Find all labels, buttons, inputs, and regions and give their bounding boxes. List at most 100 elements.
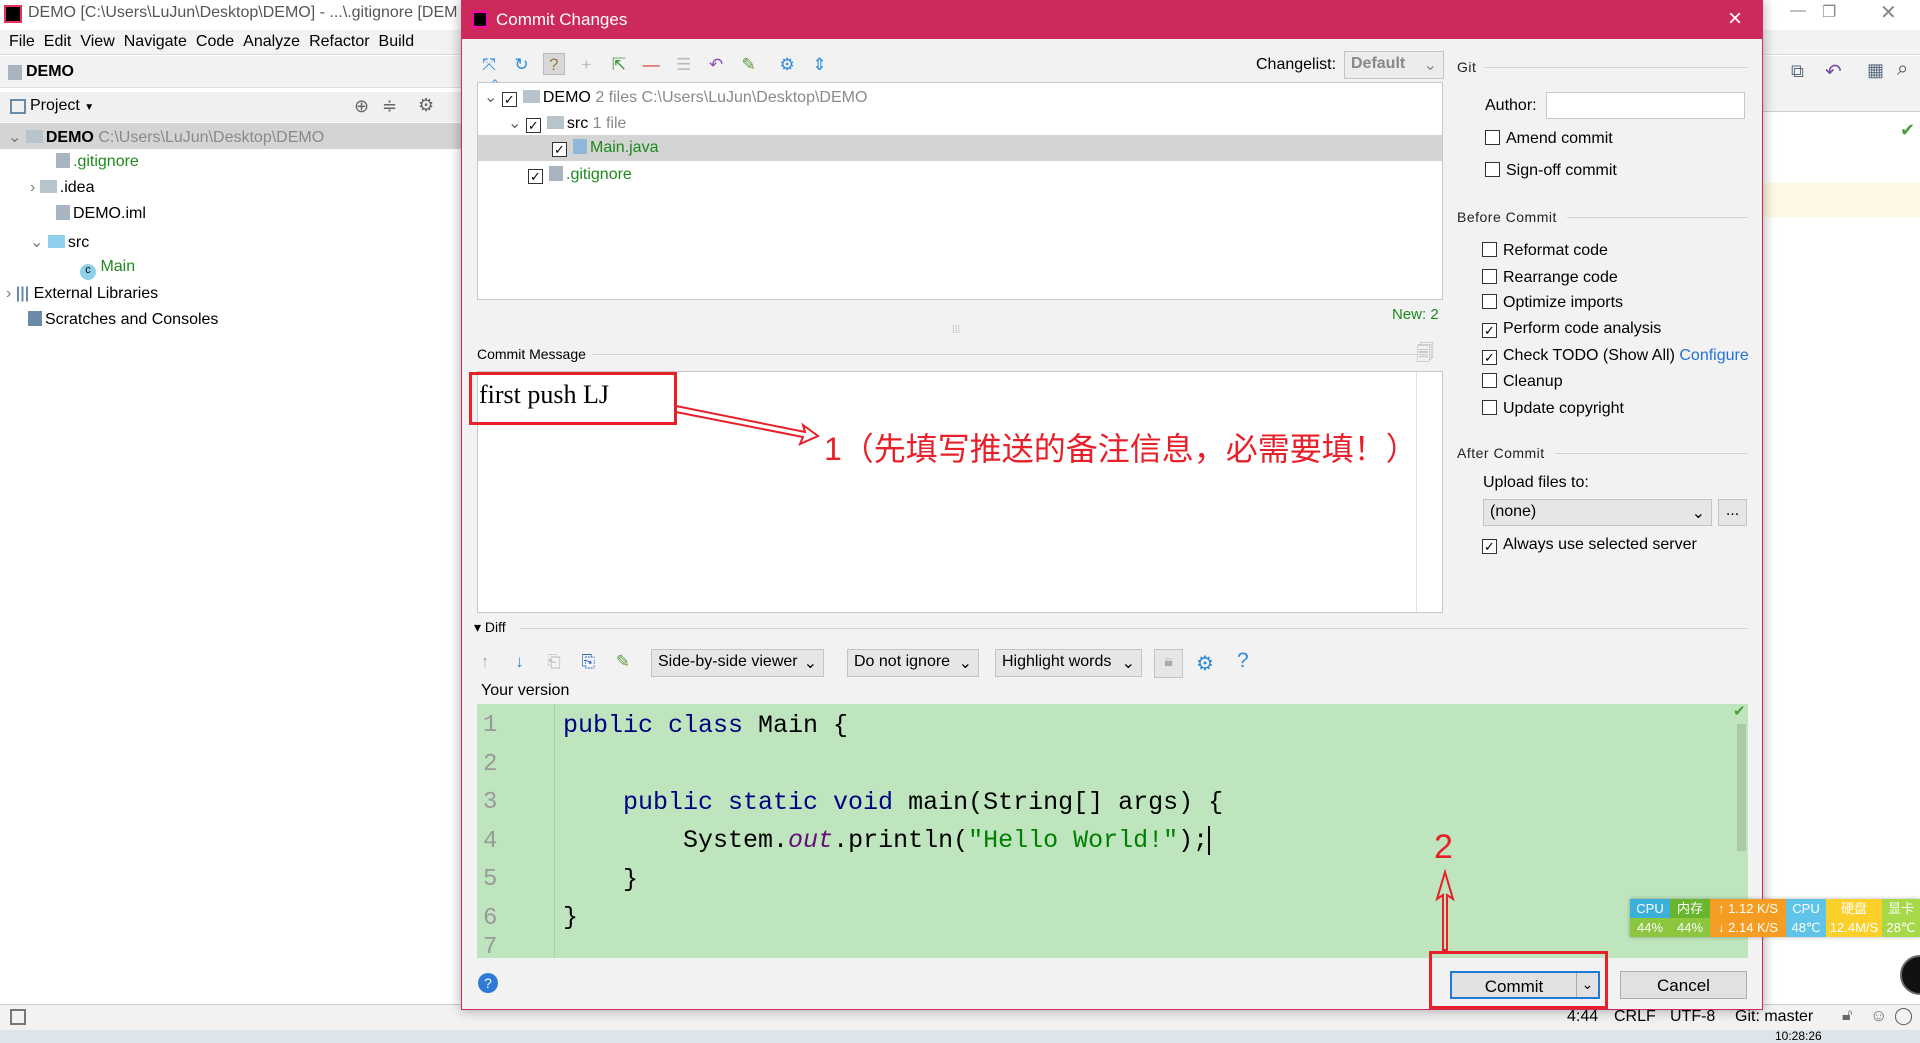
file-row-main-java[interactable]: ✓ Main.java [478, 135, 1442, 161]
edit-source-icon[interactable]: ✎ [612, 651, 634, 673]
tree-item-demo[interactable]: ⌄ DEMO C:\Users\LuJun\Desktop\DEMO [0, 123, 461, 149]
lock-icon[interactable]: 🔒︎ [1154, 649, 1183, 678]
diff-settings-icon[interactable]: ⚙ [1196, 651, 1214, 676]
checkbox[interactable]: ✓ [528, 169, 543, 184]
event-log-icon[interactable]: ◯ [1894, 1006, 1913, 1026]
rearrange-code-checkbox[interactable]: Rearrange code [1482, 269, 1618, 287]
check-todo-checkbox[interactable]: ✓ Check TODO (Show All) Configure [1482, 347, 1749, 365]
next-difference-icon[interactable]: ↓ [508, 651, 530, 673]
configure-servers-button[interactable]: ... [1718, 499, 1747, 526]
checkbox[interactable]: ✓ [501, 92, 517, 107]
help-icon[interactable]: ? [478, 973, 498, 993]
locate-icon[interactable]: ⊕ [354, 96, 369, 117]
gear-icon[interactable]: ⚙ [418, 95, 434, 116]
tree-item-src[interactable]: ⌄ src [0, 228, 461, 254]
diff-toggle[interactable]: ▾ Diff [474, 619, 506, 636]
sign-off-commit-checkbox[interactable]: Sign-off commit [1485, 162, 1617, 180]
diff-help-icon[interactable]: ? [1237, 649, 1249, 673]
menu-analyze[interactable]: Analyze [243, 33, 300, 51]
minimize-icon[interactable]: — [1790, 2, 1806, 20]
tree-item-gitignore[interactable]: .gitignore [0, 149, 461, 175]
optimize-imports-checkbox[interactable]: Optimize imports [1482, 294, 1623, 312]
rollback-icon[interactable]: ↶ [705, 54, 727, 76]
menu-navigate[interactable]: Navigate [124, 33, 187, 51]
tree-item-idea[interactable]: › .idea [0, 175, 461, 201]
file-icon [549, 166, 563, 181]
structure-icon[interactable]: ▦ [1867, 60, 1884, 81]
always-use-selected-server-checkbox[interactable]: ✓ Always use selected server [1482, 536, 1697, 554]
menu-refactor[interactable]: Refactor [309, 33, 369, 51]
menu-file[interactable]: File [9, 33, 35, 51]
tree-item-main[interactable]: c Main [0, 254, 461, 280]
file-row-src[interactable]: ⌄ ✓ src 1 file [508, 113, 626, 133]
tool-windows-icon[interactable] [10, 1009, 26, 1025]
file-encoding[interactable]: UTF-8 [1670, 1008, 1715, 1026]
menu-edit[interactable]: Edit [44, 33, 72, 51]
changed-files-tree: ⌄ ✓ DEMO 2 files C:\Users\LuJun\Desktop\D… [477, 82, 1443, 300]
checkbox[interactable]: ✓ [525, 118, 541, 133]
upload-server-select[interactable]: (none) ⌄ [1483, 499, 1712, 526]
check-icon: ✔ [1900, 120, 1916, 140]
git-branch[interactable]: Git: master [1735, 1008, 1813, 1026]
previous-difference-icon[interactable]: ↑ [474, 651, 496, 673]
cancel-button[interactable]: Cancel [1620, 971, 1747, 999]
file-row-demo[interactable]: ⌄ ✓ DEMO 2 files C:\Users\LuJun\Desktop\D… [484, 87, 867, 107]
refresh-icon[interactable]: ↻ [510, 54, 532, 76]
amend-commit-checkbox[interactable]: Amend commit [1485, 130, 1613, 148]
breadcrumb-demo[interactable]: DEMO [26, 63, 74, 80]
highlight-select[interactable]: Highlight words ⌄ [995, 649, 1142, 677]
diff-editor[interactable]: 1 2 3 4 5 6 7 public class Main { public… [477, 704, 1748, 958]
line-number: 7 [483, 934, 498, 958]
line-separator[interactable]: CRLF [1614, 1008, 1656, 1026]
floating-ball[interactable] [1900, 955, 1920, 995]
lock-icon[interactable]: 🔓︎ [1842, 1007, 1852, 1025]
menu-view[interactable]: View [80, 33, 114, 51]
clock: 10:28:26 [1775, 1030, 1822, 1043]
compare-next-file-icon[interactable]: ⎘ [577, 651, 599, 673]
annotation-text-1: 1（先填写推送的备注信息，必需要填！） [824, 431, 1418, 467]
menu-code[interactable]: Code [196, 33, 234, 51]
tree-item-demo-iml[interactable]: DEMO.iml [0, 201, 461, 227]
file-row-gitignore[interactable]: ✓ .gitignore [528, 166, 632, 184]
inspector-icon[interactable]: ☺ [1870, 1006, 1887, 1026]
project-view-selector[interactable]: Project [30, 97, 80, 114]
restore-icon[interactable]: ❐ [1822, 2, 1836, 22]
compare-previous-file-icon[interactable]: ⎗ [543, 651, 565, 673]
menu-build[interactable]: Build [379, 33, 415, 51]
expand-all-icon[interactable]: ⇕ [809, 54, 831, 76]
configure-link[interactable]: Configure [1679, 347, 1748, 364]
search-icon[interactable]: ⌕ [1897, 58, 1908, 81]
splitter-handle[interactable]: ⁞⁞⁞ [952, 325, 960, 336]
group-icon[interactable]: ☰ [673, 54, 695, 76]
tree-item-scratches[interactable]: Scratches and Consoles [0, 307, 461, 333]
caret-row [1763, 183, 1920, 217]
reformat-code-checkbox[interactable]: Reformat code [1482, 242, 1608, 260]
dropdown-arrow-icon[interactable]: ▼ [84, 102, 94, 113]
close-window-icon[interactable]: ✕ [1880, 0, 1897, 25]
add-icon[interactable]: + [575, 54, 597, 76]
caret-position[interactable]: 4:44 [1567, 1008, 1598, 1026]
edit-source-icon[interactable]: ✎ [738, 54, 760, 76]
history-icon[interactable]: ⧉ [1791, 61, 1804, 82]
unversioned-files-icon[interactable]: ? [542, 53, 565, 75]
ignore-whitespace-select[interactable]: Do not ignore ⌄ [847, 649, 979, 677]
cleanup-checkbox[interactable]: Cleanup [1482, 373, 1563, 391]
show-diff-icon[interactable]: ⤧ [478, 54, 500, 76]
collapse-icon[interactable]: ≑ [382, 96, 397, 117]
message-history-icon[interactable]: 🗐︎ [1416, 341, 1434, 371]
update-copyright-checkbox[interactable]: Update copyright [1482, 400, 1624, 418]
dialog-title: Commit Changes [496, 10, 628, 29]
viewer-select[interactable]: Side-by-side viewer ⌄ [651, 649, 824, 677]
author-input[interactable] [1546, 92, 1745, 119]
changelist-select[interactable]: Default ⌄ [1344, 51, 1444, 79]
revert-icon[interactable]: ↶ [1825, 59, 1842, 84]
checkbox[interactable]: ✓ [552, 142, 567, 157]
perform-code-analysis-checkbox[interactable]: ✓ Perform code analysis [1482, 320, 1661, 338]
move-to-changelist-icon[interactable]: ⇱ [608, 54, 630, 76]
remove-icon[interactable]: — [640, 54, 662, 76]
annotation-box-commit [1429, 951, 1608, 1009]
settings-icon[interactable]: ⚙ [776, 54, 798, 76]
scrollbar[interactable] [1737, 724, 1746, 851]
dialog-close-button[interactable]: × [1728, 5, 1742, 33]
tree-item-external-libraries[interactable]: › ||| External Libraries [0, 281, 461, 307]
